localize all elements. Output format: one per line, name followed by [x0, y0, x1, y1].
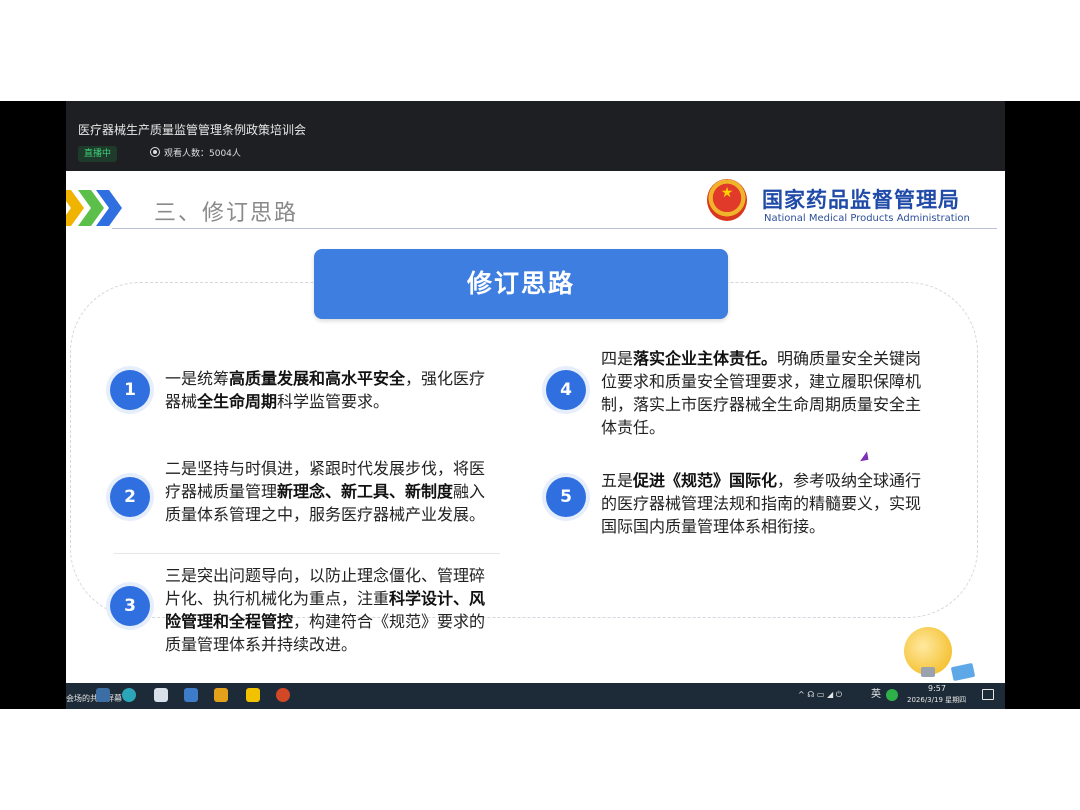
paper-icon	[950, 662, 976, 682]
emphasis-text: 高质量发展和高水平安全	[229, 369, 406, 388]
item-text: 一是统筹高质量发展和高水平安全，强化医疗器械全生命周期科学监管要求。	[165, 367, 495, 413]
slide-heading: 三、修订思路	[154, 201, 299, 226]
shared-screen-label: 会场的共享屏幕	[66, 694, 122, 703]
agency-name-en: National Medical Products Administration	[764, 213, 970, 224]
emphasis-text: 新理念、新工具、新制度	[277, 482, 454, 501]
item-text: 四是落实企业主体责任。明确质量安全关键岗位要求和质量安全管理要求，建立履职保障机…	[601, 347, 931, 439]
viewer-count-label: 观看人数：5004人	[164, 149, 241, 159]
presentation-slide: 三、修订思路 国家药品监督管理局 National Medical Produc…	[66, 171, 1005, 683]
clock-time[interactable]: 9:57	[928, 684, 946, 693]
item-text: 三是突出问题导向，以防止理念僵化、管理碎片化、执行机械化为重点，注重科学设计、风…	[165, 564, 495, 656]
heading-divider	[112, 228, 997, 229]
system-tray-icons[interactable]: ^ ☊ ▭ ◢ ⏻	[798, 686, 842, 704]
body-text: 科学监管要求。	[277, 392, 390, 411]
body-text: 四是	[601, 349, 634, 368]
item-number-badge: 5	[546, 477, 586, 517]
item-number-badge: 3	[110, 586, 150, 626]
item-text: 五是促进《规范》国际化，参考吸纳全球通行的医疗器械管理法规和指南的精髓要义，实现…	[601, 469, 931, 538]
item-number-badge: 2	[110, 477, 150, 517]
body-text: 一是统筹	[165, 369, 230, 388]
input-method-indicator[interactable]: 英	[871, 686, 881, 704]
body-text: 五是	[601, 471, 634, 490]
item-text: 二是坚持与时俱进，紧跟时代发展步伐，将医疗器械质量管理新理念、新工具、新制度融入…	[165, 457, 495, 526]
wechat-icon[interactable]	[886, 689, 898, 701]
agency-name-cn: 国家药品监督管理局	[762, 188, 960, 212]
viewer-count: 观看人数：5004人	[144, 146, 247, 162]
emphasis-text: 全生命周期	[197, 392, 278, 411]
item-divider	[114, 553, 500, 554]
edge-browser-icon[interactable]	[122, 688, 136, 702]
item-number-badge: 4	[546, 370, 586, 410]
media-app-icon[interactable]	[214, 688, 228, 702]
live-status-badge: 直播中	[78, 146, 118, 162]
search-icon[interactable]	[96, 688, 110, 702]
lightbulb-icon	[904, 627, 952, 677]
stream-title: 医疗器械生产质量监管管理条例政策培训会	[78, 123, 307, 137]
national-emblem-icon	[707, 179, 747, 221]
notification-icon[interactable]	[982, 689, 994, 700]
clock-date[interactable]: 2026/3/19 星期四	[907, 695, 966, 705]
section-banner: 修订思路	[314, 249, 728, 319]
chevron-yellow	[66, 190, 84, 226]
powerpoint-icon[interactable]	[276, 688, 290, 702]
item-number-badge: 1	[110, 370, 150, 410]
eye-icon	[150, 147, 160, 157]
emphasis-text: 落实企业主体责任。	[633, 349, 778, 368]
file-explorer-icon[interactable]	[246, 688, 260, 702]
emphasis-text: 促进《规范》国际化	[633, 471, 778, 490]
photos-app-icon[interactable]	[184, 688, 198, 702]
windows-taskbar	[66, 683, 1005, 709]
chat-app-icon[interactable]	[154, 688, 168, 702]
